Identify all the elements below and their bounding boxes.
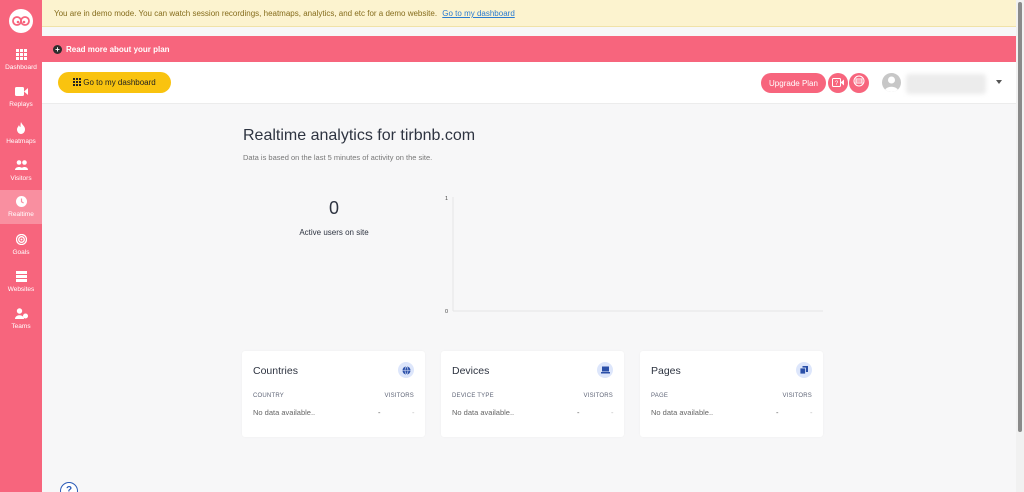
avatar[interactable] bbox=[882, 73, 901, 92]
sidebar-item-realtime[interactable]: Realtime bbox=[0, 190, 42, 224]
y-tick-label: 0 bbox=[445, 309, 448, 315]
go-to-dashboard-link[interactable]: Go to my dashboard bbox=[442, 9, 514, 18]
page-title: Realtime analytics for tirbnb.com bbox=[243, 127, 476, 144]
y-tick-label: 1 bbox=[445, 196, 448, 202]
sidebar-item-label: Replays bbox=[9, 101, 33, 108]
video-question-icon: ? bbox=[832, 74, 844, 92]
plan-info-bar[interactable]: + Read more about your plan bbox=[42, 36, 1016, 62]
server-icon bbox=[14, 269, 28, 283]
team-icon bbox=[14, 306, 28, 320]
placeholder-value: - bbox=[611, 408, 614, 417]
empty-state-text: No data available.. bbox=[651, 408, 714, 417]
globe-icon bbox=[398, 362, 414, 378]
column-header: VISITORS bbox=[583, 393, 613, 399]
app-logo[interactable] bbox=[9, 9, 33, 33]
active-users-label: Active users on site bbox=[299, 228, 369, 237]
demo-mode-banner: You are in demo mode. You can watch sess… bbox=[42, 0, 1016, 27]
realtime-chart: 1 0 bbox=[445, 196, 823, 315]
go-to-dashboard-button[interactable]: Go to my dashboard bbox=[58, 72, 171, 93]
sidebar-item-label: Websites bbox=[7, 286, 35, 293]
chevron-down-icon[interactable] bbox=[996, 80, 1002, 84]
video-help-button[interactable]: ? bbox=[828, 73, 848, 93]
support-button[interactable] bbox=[849, 73, 869, 93]
empty-state-text: No data available.. bbox=[452, 408, 515, 417]
clock-icon bbox=[14, 194, 28, 208]
placeholder-value: - bbox=[577, 408, 580, 417]
placeholder-value: - bbox=[378, 408, 381, 417]
scrollbar-thumb[interactable] bbox=[1018, 2, 1022, 432]
flame-icon bbox=[14, 121, 28, 135]
column-header: VISITORS bbox=[384, 393, 414, 399]
copy-icon bbox=[796, 362, 812, 378]
card-title: Countries bbox=[253, 365, 298, 377]
column-header: PAGE bbox=[651, 393, 669, 399]
support-icon bbox=[853, 74, 865, 92]
card-title: Devices bbox=[452, 365, 490, 377]
top-header: Go to my dashboard Upgrade Plan ? bbox=[42, 62, 1016, 104]
column-header: DEVICE TYPE bbox=[452, 393, 494, 399]
video-icon bbox=[14, 84, 28, 98]
help-button[interactable]: ? bbox=[60, 482, 78, 492]
devices-card: Devices DEVICE TYPE VISITORS No data ava… bbox=[441, 351, 624, 437]
plus-circle-icon: + bbox=[53, 44, 62, 54]
laptop-icon bbox=[597, 362, 613, 378]
page-subtitle: Data is based on the last 5 minutes of a… bbox=[243, 153, 433, 162]
active-users-count: 0 bbox=[328, 198, 339, 218]
sidebar-item-goals[interactable]: Goals bbox=[0, 228, 42, 262]
column-header: VISITORS bbox=[782, 393, 812, 399]
placeholder-value: - bbox=[810, 408, 813, 417]
go-to-dashboard-label: Go to my dashboard bbox=[83, 78, 156, 87]
demo-banner-text: You are in demo mode. You can watch sess… bbox=[54, 9, 438, 18]
sidebar-item-dashboard[interactable]: Dashboard bbox=[0, 43, 42, 77]
sidebar-item-heatmaps[interactable]: Heatmaps bbox=[0, 117, 42, 151]
users-icon bbox=[14, 158, 28, 172]
sidebar-item-label: Dashboard bbox=[5, 64, 37, 71]
upgrade-plan-button[interactable]: Upgrade Plan bbox=[761, 73, 826, 93]
sidebar-item-label: Visitors bbox=[10, 175, 32, 182]
sidebar-item-teams[interactable]: Teams bbox=[0, 302, 42, 336]
target-icon bbox=[14, 232, 28, 246]
placeholder-value: - bbox=[776, 408, 779, 417]
sidebar-item-label: Realtime bbox=[8, 211, 34, 218]
grid-icon bbox=[14, 47, 28, 61]
plan-info-text[interactable]: Read more about your plan bbox=[66, 45, 170, 54]
sidebar-item-visitors[interactable]: Visitors bbox=[0, 154, 42, 188]
card-title: Pages bbox=[651, 365, 681, 377]
sidebar-item-label: Goals bbox=[12, 249, 30, 256]
sidebar-item-replays[interactable]: Replays bbox=[0, 80, 42, 114]
placeholder-value: - bbox=[412, 408, 415, 417]
sidebar: Dashboard Replays Heatmaps Visitors Real… bbox=[0, 0, 42, 492]
pages-card: Pages PAGE VISITORS No data available.. … bbox=[640, 351, 823, 437]
grid-icon bbox=[73, 77, 82, 88]
sidebar-item-label: Teams bbox=[11, 323, 31, 330]
sidebar-item-label: Heatmaps bbox=[6, 138, 36, 145]
countries-card: Countries COUNTRY VISITORS No data avail… bbox=[242, 351, 425, 437]
empty-state-text: No data available.. bbox=[253, 408, 316, 417]
user-name-blurred[interactable] bbox=[906, 74, 986, 94]
sidebar-item-websites[interactable]: Websites bbox=[0, 265, 42, 299]
column-header: COUNTRY bbox=[253, 393, 284, 399]
